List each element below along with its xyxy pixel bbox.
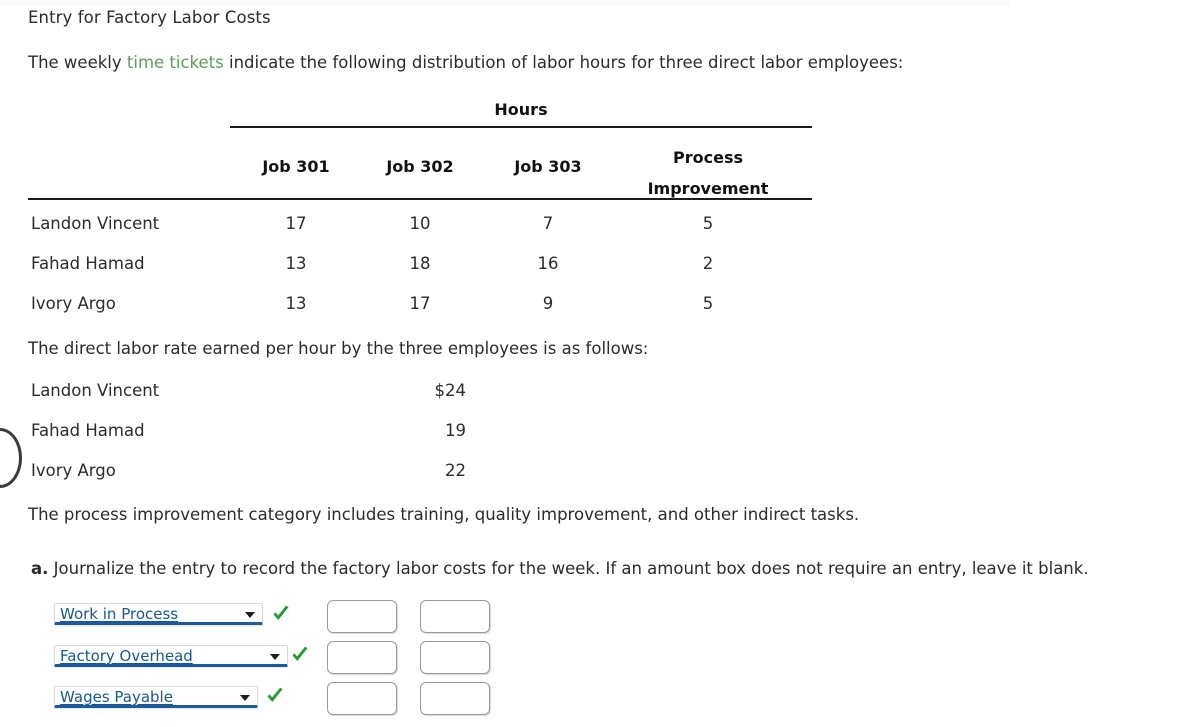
- hours-cell-2-2: 9: [542, 294, 554, 313]
- chevron-down-icon[interactable]: [270, 654, 280, 660]
- account-dropdown-label-2: Wages Payable: [60, 688, 173, 706]
- hours-cell-0-2: 7: [542, 214, 554, 233]
- account-dropdown-label-0: Work in Process: [60, 605, 179, 623]
- hours-group-header: Hours: [494, 100, 548, 119]
- credit-amount-input-2[interactable]: [420, 682, 490, 715]
- rate-row-value-2: 22: [445, 461, 466, 480]
- rate-row-name-1: Fahad Hamad: [31, 421, 145, 440]
- hours-cell-1-1: 18: [409, 254, 431, 273]
- account-dropdown-label-1: Factory Overhead: [60, 647, 193, 665]
- account-dropdown-1[interactable]: Factory Overhead: [54, 645, 288, 667]
- credit-amount-input-0[interactable]: [420, 600, 490, 633]
- hours-cell-1-2: 16: [537, 254, 559, 273]
- account-dropdown-2[interactable]: Wages Payable: [54, 686, 258, 708]
- hours-row-name-2: Ivory Argo: [31, 294, 116, 313]
- column-header-job-301: Job 301: [262, 157, 330, 176]
- question-text: Journalize the entry to record the facto…: [48, 559, 1089, 578]
- page-title: Entry for Factory Labor Costs: [28, 8, 271, 27]
- hours-cell-2-0: 13: [285, 294, 307, 313]
- intro-text-before: The weekly: [28, 53, 127, 72]
- rate-row-value-1: 19: [445, 421, 466, 440]
- time-tickets-link[interactable]: time tickets: [127, 53, 224, 72]
- correct-check-icon-1: [290, 645, 310, 665]
- decorative-circle-icon: [0, 428, 22, 488]
- correct-check-icon-2: [265, 686, 285, 706]
- table-rule-bottom: [28, 198, 812, 200]
- column-header-job-303: Job 303: [514, 157, 582, 176]
- question-a: a. Journalize the entry to record the fa…: [31, 559, 1089, 578]
- hours-row-name-1: Fahad Hamad: [31, 254, 145, 273]
- hours-cell-2-3: 5: [702, 294, 714, 313]
- debit-amount-input-2[interactable]: [327, 682, 397, 715]
- hours-cell-1-0: 13: [285, 254, 307, 273]
- column-header-process-line1: Process: [673, 148, 743, 167]
- hours-cell-2-1: 17: [409, 294, 431, 313]
- top-strip: [0, 0, 1010, 5]
- chevron-down-icon[interactable]: [245, 612, 255, 618]
- table-rule-top: [230, 126, 812, 128]
- rate-row-name-2: Ivory Argo: [31, 461, 116, 480]
- debit-amount-input-0[interactable]: [327, 600, 397, 633]
- account-dropdown-0[interactable]: Work in Process: [54, 603, 263, 625]
- debit-amount-input-1[interactable]: [327, 641, 397, 674]
- hours-cell-0-0: 17: [285, 214, 307, 233]
- hours-cell-0-3: 5: [702, 214, 714, 233]
- question-marker: a.: [31, 559, 49, 578]
- rate-row-value-0: $24: [434, 381, 467, 400]
- rate-intro-paragraph: The direct labor rate earned per hour by…: [28, 339, 649, 358]
- rate-row-name-0: Landon Vincent: [31, 381, 160, 400]
- intro-text-after: indicate the following distribution of l…: [223, 53, 904, 72]
- worksheet-page: Entry for Factory Labor Costs The weekly…: [0, 0, 1200, 727]
- hours-cell-0-1: 10: [409, 214, 431, 233]
- process-note-paragraph: The process improvement category include…: [28, 505, 860, 524]
- hours-cell-1-3: 2: [702, 254, 714, 273]
- intro-paragraph: The weekly time tickets indicate the fol…: [28, 53, 903, 72]
- hours-row-name-0: Landon Vincent: [31, 214, 160, 233]
- credit-amount-input-1[interactable]: [420, 641, 490, 674]
- chevron-down-icon[interactable]: [240, 695, 250, 701]
- correct-check-icon-0: [271, 604, 291, 624]
- column-header-job-302: Job 302: [386, 157, 454, 176]
- column-header-process-improvement: Process Improvement: [628, 142, 788, 204]
